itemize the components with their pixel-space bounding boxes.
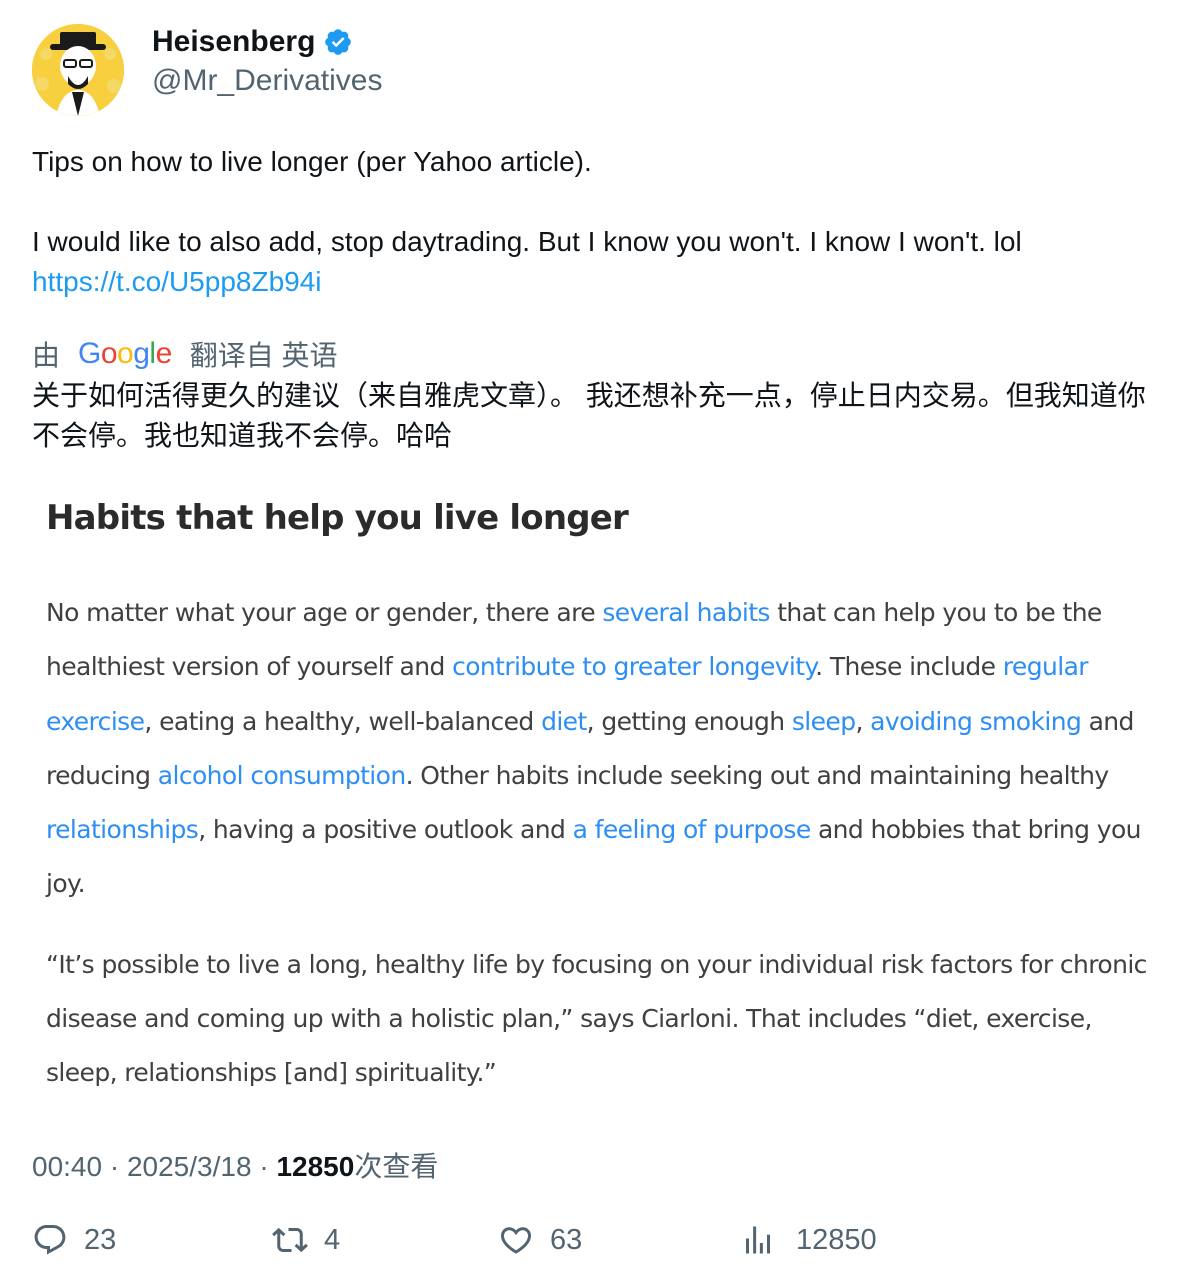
tweet-line-2: I would like to also add, stop daytradin… <box>32 226 1022 257</box>
views-chart-icon <box>746 1226 770 1254</box>
google-logo-letter: e <box>155 337 173 370</box>
article-link[interactable]: several habits <box>602 598 770 627</box>
google-logo-letter: o <box>117 337 134 370</box>
article-paragraph-2: “It’s possible to live a long, healthy l… <box>46 949 1147 1088</box>
google-logo-letter: G <box>78 337 101 370</box>
article-text-segment: , having a positive outlook and <box>198 815 573 845</box>
translation-prefix: 由 <box>32 340 61 371</box>
article-text-segment: . Other habits include seeking out and m… <box>405 760 1110 790</box>
article-link[interactable]: contribute to greater longevity <box>452 652 816 681</box>
article-title: Habits that help you live longer <box>46 498 629 538</box>
article-paragraph-1: No matter what your age or gender, there… <box>46 586 1156 912</box>
meta-separator: · <box>259 1150 269 1182</box>
tweet-line-1: Tips on how to live longer (per Yahoo ar… <box>32 146 592 177</box>
action-bar: 23 4 63 12850 <box>32 1218 1172 1262</box>
article-image[interactable]: Habits that help you live longer No matt… <box>46 498 1156 1101</box>
heart-icon <box>500 1227 532 1254</box>
article-text-segment: No matter what your age or gender, there… <box>46 598 603 627</box>
article-link[interactable]: relationships <box>46 815 199 844</box>
tweet-link[interactable]: https://t.co/U5pp8Zb94i <box>32 266 322 297</box>
article-link[interactable]: a feeling of purpose <box>573 815 812 844</box>
tweet-time[interactable]: 00:40 <box>32 1151 102 1182</box>
article-text-segment: . These include <box>815 652 1003 682</box>
google-logo: Google <box>78 337 172 371</box>
reply-count: 23 <box>84 1223 117 1256</box>
like-count: 63 <box>550 1223 583 1256</box>
article-link[interactable]: alcohol consumption <box>158 761 406 790</box>
article-text-segment: , getting enough <box>586 706 792 736</box>
author-names: Heisenberg @Mr_Derivatives <box>152 24 383 98</box>
avatar[interactable] <box>32 24 124 116</box>
verified-badge-icon <box>323 27 353 57</box>
article-text-segment: , <box>855 706 871 736</box>
handle[interactable]: @Mr_Derivatives <box>152 64 383 98</box>
view-label: 次查看 <box>354 1150 439 1182</box>
retweet-icon <box>272 1227 308 1253</box>
display-name[interactable]: Heisenberg <box>152 25 315 59</box>
google-logo-letter: o <box>100 337 118 370</box>
google-logo-letter: g <box>133 337 150 370</box>
article-link[interactable]: sleep <box>792 707 856 736</box>
article-text-segment: , eating a healthy, well-balanced <box>144 706 542 736</box>
translation-suffix: 翻译自 英语 <box>189 340 338 371</box>
article-link[interactable]: avoiding smoking <box>870 707 1082 736</box>
retweet-button[interactable]: 4 <box>272 1218 340 1262</box>
tweet-date[interactable]: 2025/3/18 <box>127 1151 252 1182</box>
reply-icon <box>34 1225 66 1255</box>
reply-button[interactable]: 23 <box>32 1218 116 1262</box>
views-button[interactable]: 12850 <box>740 1218 877 1262</box>
article-link[interactable]: diet <box>541 707 587 736</box>
display-name-row: Heisenberg <box>152 24 383 60</box>
tweet: Heisenberg @Mr_Derivatives Tips on how t… <box>32 24 1172 1185</box>
views-count: 12850 <box>796 1223 877 1256</box>
translated-text: 关于如何活得更久的建议（来自雅虎文章）。 我还想补充一点，停止日内交易。但我知道… <box>32 380 1146 451</box>
retweet-count: 4 <box>324 1223 341 1256</box>
tweet-header: Heisenberg @Mr_Derivatives <box>32 24 1172 124</box>
tweet-meta: 00:40 · 2025/3/18 · 12850次查看 <box>32 1145 1172 1185</box>
tweet-text: Tips on how to live longer (per Yahoo ar… <box>32 142 1172 302</box>
translation-attribution: 由 Google 翻译自 英语 <box>32 334 1172 374</box>
meta-separator: · <box>109 1150 120 1182</box>
view-count: 12850 <box>276 1150 355 1182</box>
like-button[interactable]: 63 <box>498 1218 582 1262</box>
